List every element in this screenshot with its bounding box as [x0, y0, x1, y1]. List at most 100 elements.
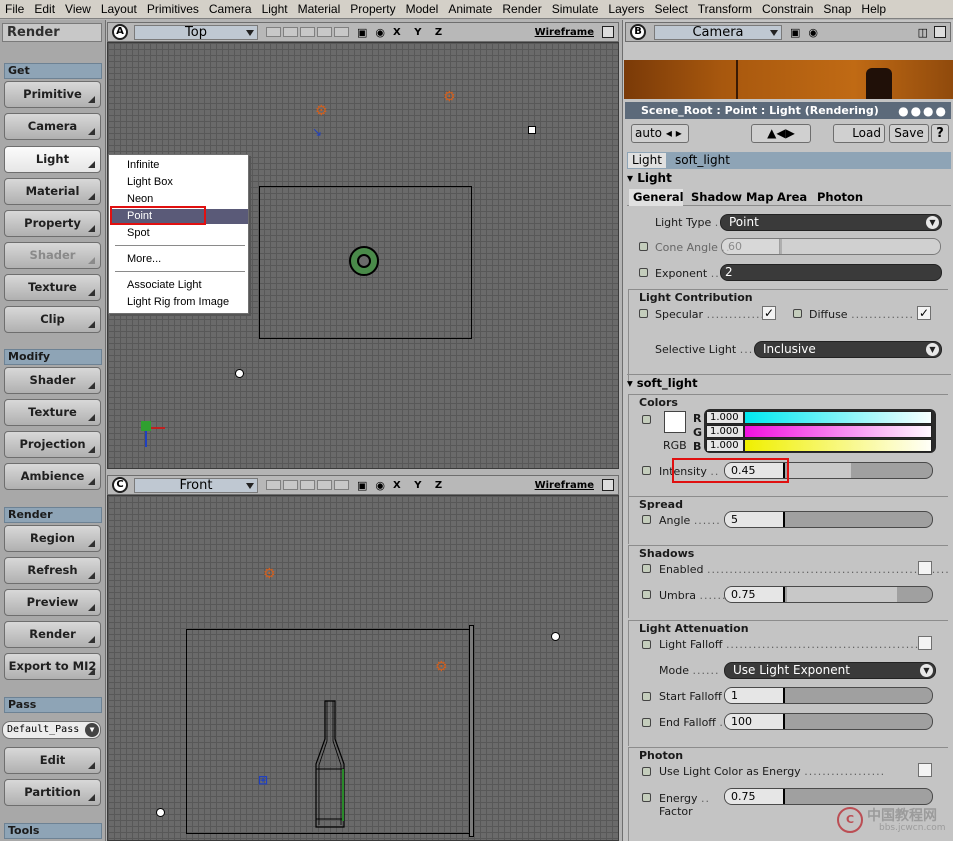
mode-select[interactable]: Use Light Exponent ▼ [724, 662, 936, 679]
subtab-general[interactable]: General [629, 189, 684, 206]
menu-material[interactable]: Material [293, 2, 346, 16]
pass-button-edit[interactable]: Edit [4, 747, 101, 774]
get-button-material[interactable]: Material [4, 178, 101, 205]
camera-interest-icon[interactable]: ⊞ [258, 773, 268, 787]
pass-button-partition[interactable]: Partition [4, 779, 101, 806]
camera-interest-icon[interactable]: ↘ [312, 125, 322, 139]
selective-light-select[interactable]: Inclusive ▼ [754, 341, 942, 358]
shadows-enabled-checkbox[interactable] [918, 561, 932, 575]
animation-led[interactable] [642, 564, 651, 573]
subtab-shadow-map[interactable]: Shadow Map [691, 190, 773, 204]
animation-led[interactable] [642, 793, 651, 802]
viewport-letter[interactable]: B [630, 24, 646, 40]
light-type-select[interactable]: Point ▼ [720, 214, 942, 231]
angle-slider[interactable]: 5 [724, 511, 933, 528]
menu-primitives[interactable]: Primitives [142, 2, 204, 16]
toolbar-title[interactable]: Render [2, 23, 102, 42]
menu-edit[interactable]: Edit [29, 2, 60, 16]
menu-help[interactable]: Help [856, 2, 891, 16]
modify-button-projection[interactable]: Projection [4, 431, 101, 458]
end-falloff-slider[interactable]: 100 [724, 713, 933, 730]
load-button[interactable]: Load [833, 124, 885, 143]
menu-item-more[interactable]: More... [111, 252, 248, 267]
menu-animate[interactable]: Animate [443, 2, 497, 16]
menu-simulate[interactable]: Simulate [547, 2, 604, 16]
render-button-export-to-mi2[interactable]: Export to MI2 [4, 653, 101, 680]
get-button-primitive[interactable]: Primitive [4, 81, 101, 108]
modify-button-texture[interactable]: Texture [4, 399, 101, 426]
menu-layers[interactable]: Layers [603, 2, 649, 16]
r-value[interactable]: 1.000 [706, 411, 744, 424]
render-button-preview[interactable]: Preview [4, 589, 101, 616]
view-select[interactable]: Camera [654, 24, 782, 40]
animation-led[interactable] [642, 692, 651, 701]
display-mode[interactable]: Wireframe [535, 27, 594, 38]
menu-item-light-rig[interactable]: Light Rig from Image [111, 295, 248, 310]
save-button[interactable]: Save [889, 124, 929, 143]
menu-transform[interactable]: Transform [693, 2, 757, 16]
camera-preview[interactable] [624, 60, 953, 99]
viewport-front[interactable]: ⚙ ⚙ ⊞ [107, 495, 619, 841]
light-falloff-checkbox[interactable] [918, 636, 932, 650]
soft-light-group-header[interactable]: ▾ soft_light [627, 374, 951, 391]
arrow-right-icon[interactable]: ▸ [676, 126, 682, 140]
menu-view[interactable]: View [60, 2, 96, 16]
help-button[interactable]: ? [931, 124, 949, 143]
get-button-clip[interactable]: Clip [4, 306, 101, 333]
viewport-letter[interactable]: A [112, 24, 128, 40]
subtab-photon[interactable]: Photon [817, 190, 863, 204]
animation-led[interactable] [793, 309, 802, 318]
animation-led[interactable] [642, 466, 651, 475]
maximize-icon[interactable] [934, 26, 946, 38]
modify-button-shader[interactable]: Shader [4, 367, 101, 394]
memo-slots[interactable] [266, 27, 349, 37]
null-point[interactable] [551, 632, 560, 641]
tab-soft-light[interactable]: soft_light [675, 153, 730, 168]
eye-icon[interactable]: ◉ [375, 479, 385, 492]
null-point[interactable] [528, 126, 536, 134]
pass-select[interactable]: Default_Pass ▼ [2, 721, 101, 739]
menu-model[interactable]: Model [401, 2, 444, 16]
animation-led[interactable] [642, 767, 651, 776]
specular-checkbox[interactable]: ✓ [762, 306, 776, 320]
light-icon[interactable]: ⚙ [435, 660, 448, 674]
window-controls-icon[interactable]: ●●●● [898, 103, 948, 120]
camera-icon[interactable]: ▣ [357, 479, 367, 492]
get-button-texture[interactable]: Texture [4, 274, 101, 301]
menu-constrain[interactable]: Constrain [757, 2, 818, 16]
animation-led[interactable] [639, 242, 648, 251]
light-icon[interactable]: ⚙ [443, 90, 456, 104]
menu-snap[interactable]: Snap [818, 2, 856, 16]
bottle-front-view[interactable] [308, 699, 352, 829]
eye-icon[interactable]: ◉ [808, 26, 818, 39]
animation-led[interactable] [642, 640, 651, 649]
maximize-icon[interactable] [602, 479, 614, 491]
get-button-shader[interactable]: Shader [4, 242, 101, 269]
render-button-render[interactable]: Render [4, 621, 101, 648]
color-swatch[interactable] [664, 411, 686, 433]
maximize-icon[interactable] [602, 26, 614, 38]
lock-icon[interactable]: ◫ [918, 26, 928, 39]
animation-led[interactable] [639, 268, 648, 277]
chevron-down-icon[interactable]: ▼ [85, 723, 99, 737]
energy-slider[interactable]: 0.75 [724, 788, 933, 805]
render-button-refresh[interactable]: Refresh [4, 557, 101, 584]
g-value[interactable]: 1.000 [706, 425, 744, 438]
menu-property[interactable]: Property [345, 2, 400, 16]
render-button-region[interactable]: Region [4, 525, 101, 552]
null-point[interactable] [235, 369, 244, 378]
menu-render[interactable]: Render [497, 2, 546, 16]
diffuse-checkbox[interactable]: ✓ [917, 306, 931, 320]
cone-angle-slider[interactable]: 60 [721, 238, 941, 255]
exponent-field[interactable]: 2 [720, 264, 942, 281]
get-button-light[interactable]: Light [4, 146, 101, 173]
auto-button[interactable]: auto ◂ ▸ [631, 124, 689, 143]
ppg-nav-icon[interactable]: ▲◀▶ [751, 124, 811, 143]
g-slider[interactable] [744, 425, 932, 438]
umbra-slider[interactable]: 0.75 [724, 586, 933, 603]
light-icon[interactable]: ⚙ [315, 104, 328, 118]
menu-camera[interactable]: Camera [204, 2, 257, 16]
get-button-camera[interactable]: Camera [4, 113, 101, 140]
start-falloff-slider[interactable]: 1 [724, 687, 933, 704]
modify-button-ambience[interactable]: Ambience [4, 463, 101, 490]
